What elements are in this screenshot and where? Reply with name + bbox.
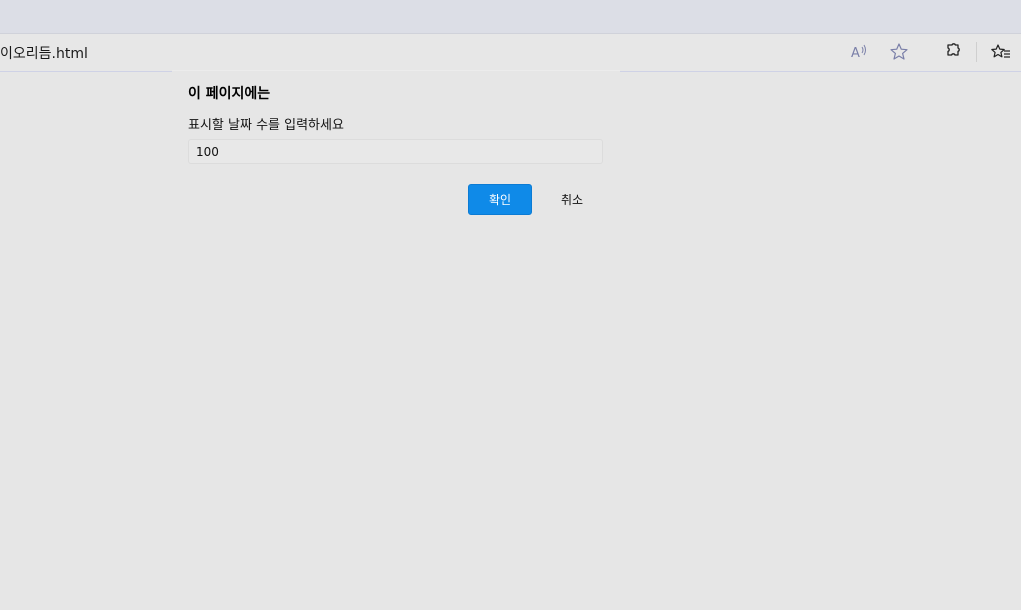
dialog-message: 표시할 날짜 수를 입력하세요 [188, 118, 344, 133]
prompt-dialog: 이 페이지에는 표시할 날짜 수를 입력하세요 확인 취소 [172, 70, 620, 231]
dialog-input[interactable] [188, 139, 603, 164]
cancel-button[interactable]: 취소 [542, 184, 602, 215]
dialog-title: 이 페이지에는 [188, 86, 271, 102]
tab-strip [0, 0, 1021, 34]
svg-text:A: A [851, 46, 860, 61]
extensions-icon[interactable] [941, 41, 963, 63]
read-aloud-icon[interactable]: A [848, 41, 870, 63]
address-bar[interactable]: 이오리듬.html A [0, 34, 1021, 72]
ok-button[interactable]: 확인 [468, 184, 532, 215]
address-url-text[interactable]: 이오리듬.html [0, 43, 88, 63]
toolbar-separator [976, 42, 977, 62]
favorites-list-icon[interactable] [990, 41, 1012, 63]
favorite-star-icon[interactable] [888, 41, 910, 63]
